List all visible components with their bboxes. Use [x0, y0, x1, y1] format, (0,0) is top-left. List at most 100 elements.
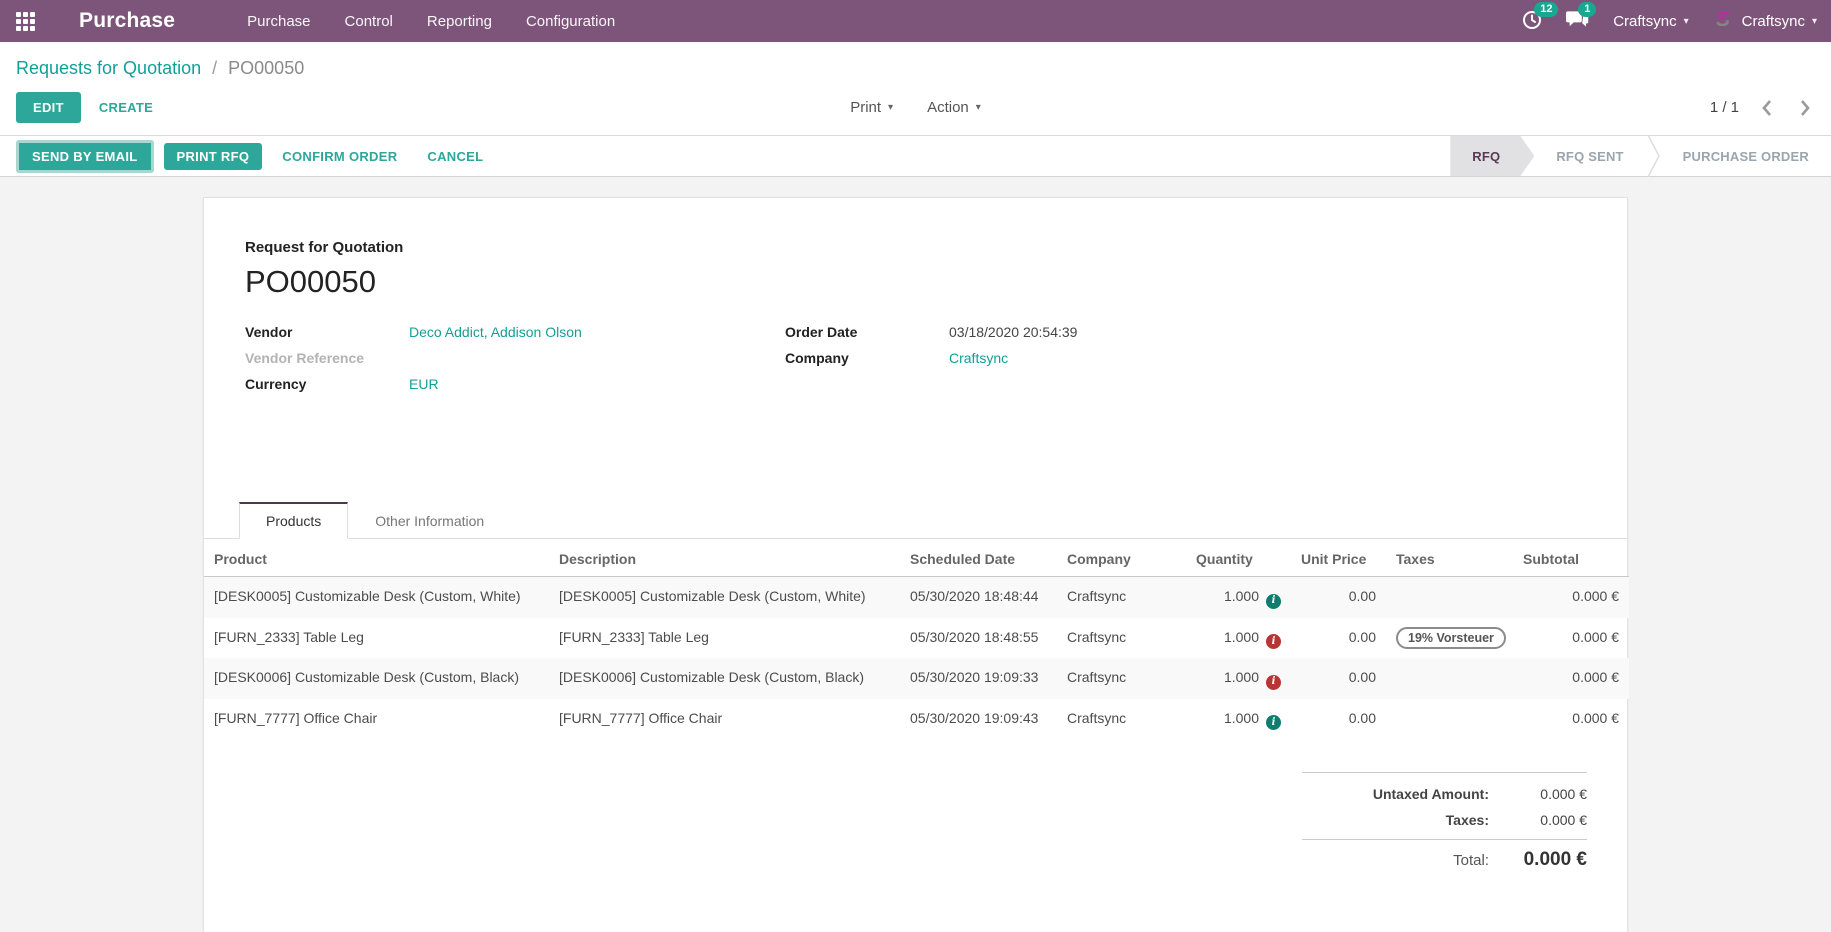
vendor-value[interactable]: Deco Addict, Addison Olson — [409, 324, 582, 340]
title-block: Request for Quotation PO00050 — [204, 239, 1627, 300]
nav-menu: Purchase Control Reporting Configuration — [247, 13, 615, 30]
pager-previous-icon[interactable] — [1761, 99, 1772, 117]
navbar-right: 12 1 Craftsync ▾ S Craftsync — [1522, 8, 1817, 34]
cell-quantity: 1.000i — [1186, 618, 1291, 659]
company-value[interactable]: Craftsync — [949, 350, 1008, 366]
header-unit-price[interactable]: Unit Price — [1291, 539, 1386, 577]
action-dropdown[interactable]: Action ▾ — [927, 99, 981, 116]
menu-configuration[interactable]: Configuration — [526, 13, 615, 30]
cell-product: [FURN_7777] Office Chair — [204, 699, 549, 740]
forecast-info-icon[interactable]: i — [1266, 634, 1281, 649]
table-row[interactable]: [FURN_7777] Office Chair [FURN_7777] Off… — [204, 699, 1629, 740]
document-name: PO00050 — [245, 264, 1586, 300]
cell-company: Craftsync — [1057, 699, 1186, 740]
total-value: 0.000 € — [1489, 849, 1587, 871]
status-step-rfq[interactable]: RFQ — [1450, 136, 1534, 176]
step-chevron-icon — [1646, 136, 1661, 176]
status-step-purchase-order[interactable]: PURCHASE ORDER — [1661, 136, 1831, 176]
cancel-button[interactable]: CANCEL — [417, 143, 493, 170]
cell-subtotal: 0.000 € — [1513, 577, 1629, 618]
header-subtotal[interactable]: Subtotal — [1513, 539, 1629, 577]
print-rfq-button[interactable]: PRINT RFQ — [164, 143, 263, 170]
tax-badge: 19% Vorsteuer — [1396, 627, 1506, 649]
cell-quantity: 1.000i — [1186, 658, 1291, 699]
messages-badge: 1 — [1578, 2, 1596, 17]
cell-unit-price: 0.00 — [1291, 658, 1386, 699]
header-quantity[interactable]: Quantity — [1186, 539, 1291, 577]
table-row[interactable]: [DESK0006] Customizable Desk (Custom, Bl… — [204, 658, 1629, 699]
control-panel: Requests for Quotation / PO00050 EDIT CR… — [0, 42, 1831, 135]
table-row[interactable]: [FURN_2333] Table Leg [FURN_2333] Table … — [204, 618, 1629, 659]
breadcrumb-separator: / — [212, 58, 217, 78]
cell-taxes — [1386, 577, 1513, 618]
field-order-date: Order Date 03/18/2020 20:54:39 — [785, 324, 1586, 350]
print-dropdown[interactable]: Print ▾ — [850, 99, 893, 116]
activities-button[interactable]: 12 — [1522, 10, 1542, 33]
table-row[interactable]: [DESK0005] Customizable Desk (Custom, Wh… — [204, 577, 1629, 618]
cell-unit-price: 0.00 — [1291, 699, 1386, 740]
content-area: Request for Quotation PO00050 Vendor Dec… — [0, 177, 1831, 932]
edit-button[interactable]: EDIT — [16, 92, 81, 123]
cell-product: [DESK0005] Customizable Desk (Custom, Wh… — [204, 577, 549, 618]
create-button[interactable]: CREATE — [95, 92, 157, 123]
app-title[interactable]: Purchase — [79, 9, 175, 33]
vendor-label: Vendor — [245, 324, 409, 340]
field-group-left: Vendor Deco Addict, Addison Olson Vendor… — [245, 324, 785, 402]
form-sheet: Request for Quotation PO00050 Vendor Dec… — [203, 197, 1628, 932]
status-step-rfq-sent[interactable]: RFQ SENT — [1534, 136, 1645, 176]
forecast-info-icon[interactable]: i — [1266, 675, 1281, 690]
taxes-value: 0.000 € — [1489, 812, 1587, 828]
cell-taxes: 19% Vorsteuer — [1386, 618, 1513, 659]
apps-grid-icon[interactable] — [16, 12, 35, 31]
header-taxes[interactable]: Taxes — [1386, 539, 1513, 577]
confirm-order-button[interactable]: CONFIRM ORDER — [272, 143, 407, 170]
field-groups: Vendor Deco Addict, Addison Olson Vendor… — [204, 324, 1627, 402]
cell-scheduled-date: 05/30/2020 19:09:33 — [900, 658, 1057, 699]
menu-purchase[interactable]: Purchase — [247, 13, 310, 30]
breadcrumb-parent-link[interactable]: Requests for Quotation — [16, 58, 201, 78]
header-description[interactable]: Description — [549, 539, 900, 577]
company-switcher[interactable]: Craftsync ▾ — [1613, 13, 1688, 30]
chevron-down-icon: ▾ — [1812, 16, 1817, 27]
header-scheduled-date[interactable]: Scheduled Date — [900, 539, 1057, 577]
cell-scheduled-date: 05/30/2020 19:09:43 — [900, 699, 1057, 740]
header-product[interactable]: Product — [204, 539, 549, 577]
taxes-row: Taxes: 0.000 € — [1302, 807, 1587, 833]
forecast-info-icon[interactable]: i — [1266, 594, 1281, 609]
cell-company: Craftsync — [1057, 618, 1186, 659]
field-vendor: Vendor Deco Addict, Addison Olson — [245, 324, 785, 350]
untaxed-amount-value: 0.000 € — [1489, 786, 1587, 802]
messages-button[interactable]: 1 — [1566, 10, 1589, 33]
forecast-info-icon[interactable]: i — [1266, 715, 1281, 730]
activities-badge: 12 — [1534, 2, 1558, 17]
tab-products[interactable]: Products — [239, 502, 348, 539]
send-by-email-button[interactable]: SEND BY EMAIL — [16, 140, 154, 173]
pager-next-icon[interactable] — [1800, 99, 1811, 117]
cell-scheduled-date: 05/30/2020 18:48:55 — [900, 618, 1057, 659]
chevron-down-icon: ▾ — [888, 102, 893, 113]
field-company: Company Craftsync — [785, 350, 1586, 376]
cell-scheduled-date: 05/30/2020 18:48:44 — [900, 577, 1057, 618]
tab-other-information[interactable]: Other Information — [348, 502, 511, 539]
header-company[interactable]: Company — [1057, 539, 1186, 577]
user-menu[interactable]: S Craftsync ▾ — [1713, 8, 1817, 34]
cell-unit-price: 0.00 — [1291, 618, 1386, 659]
user-menu-label: Craftsync — [1742, 13, 1805, 30]
order-date-value: 03/18/2020 20:54:39 — [949, 324, 1077, 340]
cell-subtotal: 0.000 € — [1513, 658, 1629, 699]
order-lines-table: Product Description Scheduled Date Compa… — [204, 539, 1629, 739]
cell-unit-price: 0.00 — [1291, 577, 1386, 618]
total-label: Total: — [1453, 852, 1489, 869]
cell-product: [FURN_2333] Table Leg — [204, 618, 549, 659]
breadcrumb-current: PO00050 — [228, 58, 304, 78]
cell-product: [DESK0006] Customizable Desk (Custom, Bl… — [204, 658, 549, 699]
currency-value[interactable]: EUR — [409, 376, 439, 392]
top-navbar: Purchase Purchase Control Reporting Conf… — [0, 0, 1831, 42]
total-row: Total: 0.000 € — [1302, 839, 1587, 876]
menu-reporting[interactable]: Reporting — [427, 13, 492, 30]
menu-control[interactable]: Control — [345, 13, 393, 30]
totals-block: Untaxed Amount: 0.000 € Taxes: 0.000 € T… — [1302, 772, 1587, 876]
statusbar: SEND BY EMAIL PRINT RFQ CONFIRM ORDER CA… — [0, 135, 1831, 177]
untaxed-amount-row: Untaxed Amount: 0.000 € — [1302, 781, 1587, 807]
control-panel-buttons: EDIT CREATE Print ▾ Action ▾ 1 / 1 — [16, 92, 1815, 135]
